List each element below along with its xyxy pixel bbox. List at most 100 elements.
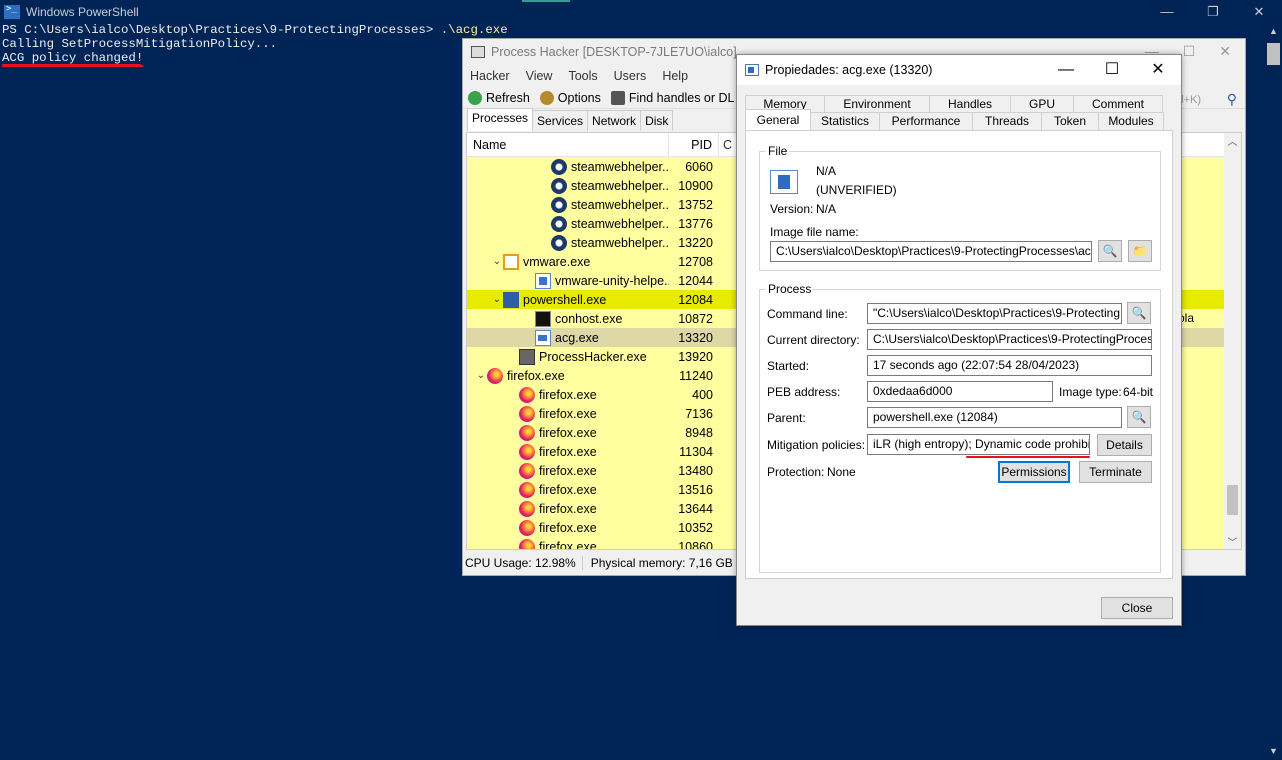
- window-icon: [745, 64, 759, 76]
- refresh-button[interactable]: Refresh: [468, 90, 530, 105]
- folder-icon[interactable]: 📁: [1128, 240, 1152, 262]
- process-pid: 12084: [678, 292, 713, 307]
- process-name: firefox.exe: [539, 501, 597, 516]
- tab-gpu[interactable]: GPU: [1010, 95, 1074, 113]
- column-name[interactable]: Name: [467, 133, 669, 157]
- chevron-down-icon[interactable]: ⌄: [475, 370, 487, 381]
- process-pid: 6060: [685, 159, 713, 174]
- permissions-button[interactable]: Permissions: [998, 461, 1070, 483]
- steam-icon: [551, 234, 567, 251]
- powershell-titlebar[interactable]: Windows PowerShell — ❐ ✕: [0, 0, 1282, 23]
- search-icon[interactable]: 🔍: [1127, 302, 1151, 324]
- column-cpu[interactable]: C: [719, 133, 733, 157]
- refresh-icon: [468, 90, 482, 105]
- close-icon[interactable]: ✕: [1219, 43, 1231, 60]
- scroll-up-icon[interactable]: ︿: [1224, 133, 1241, 150]
- scroll-down-icon[interactable]: ﹀: [1224, 534, 1241, 549]
- search-icon[interactable]: 🔍: [1127, 406, 1151, 428]
- scroll-thumb[interactable]: [1267, 43, 1280, 65]
- peb-address-label: PEB address:: [767, 385, 841, 399]
- process-pid: 12044: [678, 273, 713, 288]
- find-handles-button[interactable]: Find handles or DL: [610, 90, 735, 105]
- menu-help[interactable]: Help: [662, 69, 688, 83]
- conhost-icon: [535, 310, 551, 327]
- process-name: steamwebhelper....: [571, 159, 669, 174]
- firefox-icon: [519, 481, 535, 498]
- maximize-icon[interactable]: ☐: [1089, 55, 1135, 85]
- image-file-label: Image file name:: [770, 225, 859, 239]
- file-verified: (UNVERIFIED): [816, 183, 897, 197]
- tab-performance[interactable]: Performance: [879, 112, 973, 130]
- general-tab-panel: File N/A (UNVERIFIED) Version: N/A Image…: [745, 130, 1173, 579]
- close-icon[interactable]: ✕: [1135, 55, 1181, 85]
- protection-label: Protection:: [767, 465, 825, 479]
- search-hint[interactable]: l+K): [1181, 94, 1201, 106]
- tab-network[interactable]: Network: [587, 110, 642, 131]
- main-tabs: Processes Services Network Disk: [467, 108, 674, 131]
- image-file-field[interactable]: C:\Users\ialco\Desktop\Practices\9-Prote…: [770, 241, 1092, 262]
- minimize-button[interactable]: —: [1144, 0, 1190, 23]
- console-output[interactable]: PS C:\Users\ialco\Desktop\Practices\9-Pr…: [2, 23, 508, 65]
- scroll-down-icon[interactable]: ▼: [1265, 743, 1282, 760]
- options-button[interactable]: Options: [539, 90, 601, 105]
- mitigation-policies-field[interactable]: iLR (high entropy); Dynamic code prohibi…: [867, 434, 1090, 455]
- tab-comment[interactable]: Comment: [1073, 95, 1163, 113]
- search-icon[interactable]: ⚲: [1227, 91, 1237, 108]
- process-pid: 11304: [679, 444, 713, 459]
- dialog-titlebar[interactable]: Propiedades: acg.exe (13320) — ☐ ✕: [737, 55, 1181, 85]
- details-button[interactable]: Details: [1097, 434, 1152, 456]
- search-icon[interactable]: 🔍: [1098, 240, 1122, 262]
- tab-general[interactable]: General: [745, 109, 811, 130]
- process-name: ProcessHacker.exe: [539, 349, 647, 364]
- chevron-down-icon[interactable]: ⌄: [491, 256, 503, 267]
- process-list-scrollbar[interactable]: ︿ ﹀: [1224, 133, 1241, 549]
- close-button[interactable]: ✕: [1236, 0, 1282, 23]
- started-field[interactable]: 17 seconds ago (22:07:54 28/04/2023): [867, 355, 1152, 376]
- maximize-icon[interactable]: ☐: [1183, 43, 1196, 60]
- process-name: firefox.exe: [539, 406, 597, 421]
- process-name: powershell.exe: [523, 292, 607, 307]
- column-pid[interactable]: PID: [669, 133, 719, 157]
- chevron-down-icon[interactable]: ⌄: [491, 294, 503, 305]
- tab-environment[interactable]: Environment: [824, 95, 930, 113]
- firefox-icon: [519, 519, 535, 536]
- tab-handles[interactable]: Handles: [929, 95, 1011, 113]
- processhacker-icon: [519, 348, 535, 365]
- tab-threads[interactable]: Threads: [972, 112, 1042, 130]
- process-name: vmware.exe: [523, 254, 591, 269]
- tab-modules[interactable]: Modules: [1098, 112, 1164, 130]
- menu-hacker[interactable]: Hacker: [470, 69, 510, 83]
- command-line-field[interactable]: "C:\Users\ialco\Desktop\Practices\9-Prot…: [867, 303, 1122, 324]
- tab-services[interactable]: Services: [532, 110, 589, 131]
- process-pid: 13320: [678, 330, 713, 345]
- menu-tools[interactable]: Tools: [568, 69, 597, 83]
- process-pid: 400: [692, 387, 713, 402]
- peb-address-field[interactable]: 0xdedaa6d000: [867, 381, 1053, 402]
- menu-users[interactable]: Users: [614, 69, 647, 83]
- tab-token[interactable]: Token: [1041, 112, 1099, 130]
- tab-processes[interactable]: Processes: [467, 108, 534, 131]
- scroll-thumb[interactable]: [1227, 485, 1238, 515]
- close-button[interactable]: Close: [1101, 597, 1173, 619]
- firefox-icon: [519, 462, 535, 479]
- parent-field[interactable]: powershell.exe (12084): [867, 407, 1122, 428]
- process-pid: 13920: [678, 349, 713, 364]
- terminate-button[interactable]: Terminate: [1079, 461, 1152, 483]
- dialog-title: Propiedades: acg.exe (13320): [765, 63, 933, 77]
- process-pid: 13220: [678, 235, 713, 250]
- menu-view[interactable]: View: [526, 69, 553, 83]
- restore-button[interactable]: ❐: [1190, 0, 1236, 23]
- process-name: vmware-unity-helpe...: [555, 273, 669, 288]
- image-type-value: 64-bit: [1123, 385, 1154, 399]
- powershell-scrollbar[interactable]: ▲ ▼: [1265, 23, 1282, 760]
- taskbar-accent: [522, 0, 570, 2]
- tab-disk[interactable]: Disk: [640, 110, 674, 131]
- tab-statistics[interactable]: Statistics: [810, 112, 880, 130]
- console-highlight-underline: [2, 64, 141, 66]
- steam-icon: [551, 196, 567, 213]
- minimize-icon[interactable]: —: [1043, 55, 1089, 85]
- current-directory-field[interactable]: C:\Users\ialco\Desktop\Practices\9-Prote…: [867, 329, 1152, 350]
- scroll-up-icon[interactable]: ▲: [1265, 23, 1282, 40]
- options-label: Options: [557, 90, 601, 105]
- cpu-usage: CPU Usage: 12.98%: [463, 556, 583, 570]
